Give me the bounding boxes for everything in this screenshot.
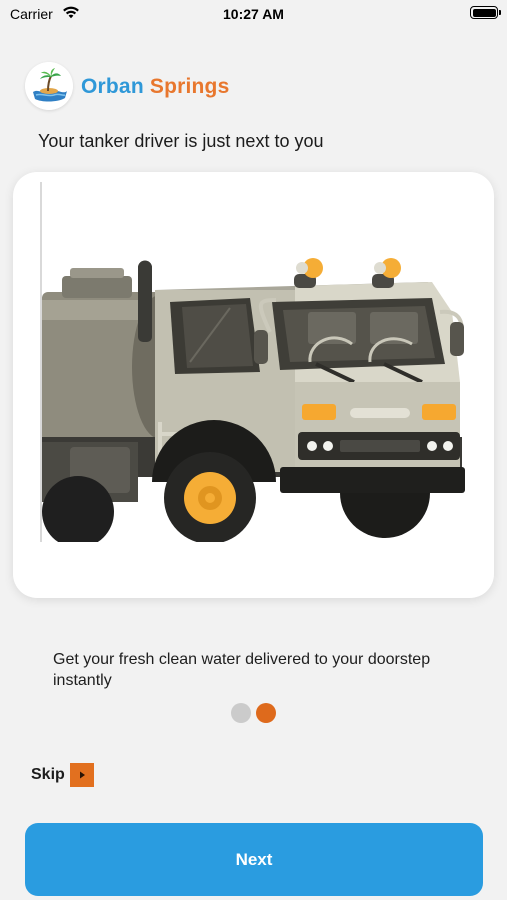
onboarding-description: Get your fresh clean water delivered to … <box>53 651 431 689</box>
battery-icon <box>470 6 501 19</box>
page-dot-1[interactable] <box>231 703 251 723</box>
next-button[interactable]: Next <box>25 823 483 896</box>
illustration-card <box>13 172 494 598</box>
skip-label: Skip <box>31 766 65 783</box>
app-logo <box>25 62 73 110</box>
status-time: 10:27 AM <box>223 6 284 22</box>
brand-name-part1: Orban <box>81 75 144 98</box>
brand-name: Orban Springs <box>81 75 229 99</box>
palm-island-water-logo-icon <box>25 62 73 110</box>
onboarding-headline: Your tanker driver is just next to you <box>38 131 324 151</box>
onboarding-screen: Carrier 10:27 AM Orban Springs Your tank… <box>0 0 507 900</box>
status-bar: Carrier 10:27 AM <box>0 0 507 28</box>
play-arrow-icon <box>69 763 94 787</box>
tanker-truck-illustration <box>40 182 478 542</box>
page-dot-2-active[interactable] <box>256 703 276 723</box>
brand-name-part2: Springs <box>149 75 230 98</box>
page-indicator <box>231 703 277 723</box>
skip-button[interactable]: Skip <box>31 762 94 788</box>
next-label: Next <box>235 849 273 869</box>
